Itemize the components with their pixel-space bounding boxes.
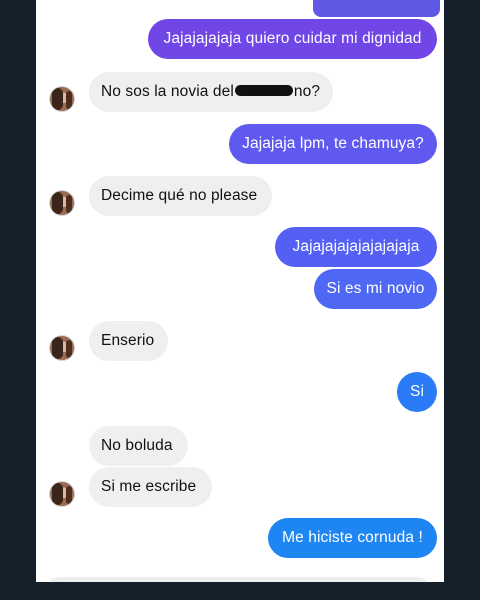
outgoing-message-bubble[interactable]: Jajajajajajajajajaja bbox=[275, 227, 437, 267]
redacted-name-mark bbox=[234, 85, 293, 97]
contact-avatar-icon[interactable] bbox=[49, 190, 75, 216]
message-text: Jajajaja lpm, te chamuya? bbox=[242, 135, 424, 152]
outgoing-message-bubble[interactable]: Si bbox=[397, 372, 437, 412]
incoming-message-bubble[interactable]: Si me escribe bbox=[89, 467, 212, 507]
incoming-message-bubble[interactable]: No sos la novia del no? bbox=[89, 72, 333, 112]
message-text: Decime qué no please bbox=[101, 187, 258, 204]
message-text: Enserio bbox=[101, 332, 155, 349]
outgoing-message-bubble[interactable]: Me hiciste cornuda ! bbox=[268, 518, 437, 558]
cropped-message-edge bbox=[313, 0, 440, 17]
message-text: Si bbox=[410, 383, 424, 400]
message-text: Si es mi novio bbox=[326, 280, 425, 297]
message-text: Me hiciste cornuda ! bbox=[282, 529, 423, 546]
message-text: Jajajajajaja quiero cuidar mi dignidad bbox=[163, 30, 422, 47]
cropped-message-edge bbox=[48, 577, 428, 582]
incoming-message-bubble[interactable]: Enserio bbox=[89, 321, 168, 361]
contact-avatar-icon[interactable] bbox=[49, 335, 75, 361]
message-text: Si me escribe bbox=[101, 478, 197, 495]
message-text: No boluda bbox=[101, 437, 173, 454]
chat-screen: Jajajajajaja quiero cuidar mi dignidad N… bbox=[36, 0, 444, 582]
outgoing-message-bubble[interactable]: Si es mi novio bbox=[314, 269, 437, 309]
incoming-message-bubble[interactable]: Decime qué no please bbox=[89, 176, 272, 216]
outgoing-message-bubble[interactable]: Jajajajajaja quiero cuidar mi dignidad bbox=[148, 19, 437, 59]
contact-avatar-icon[interactable] bbox=[49, 481, 75, 507]
incoming-message-bubble[interactable]: No boluda bbox=[89, 426, 188, 466]
contact-avatar-icon[interactable] bbox=[49, 86, 75, 112]
message-text: Jajajajajajajajajaja bbox=[292, 238, 420, 255]
message-text-end: no? bbox=[293, 83, 321, 100]
message-text-start: No sos la novia del bbox=[101, 83, 234, 100]
outgoing-message-bubble[interactable]: Jajajaja lpm, te chamuya? bbox=[229, 124, 437, 164]
